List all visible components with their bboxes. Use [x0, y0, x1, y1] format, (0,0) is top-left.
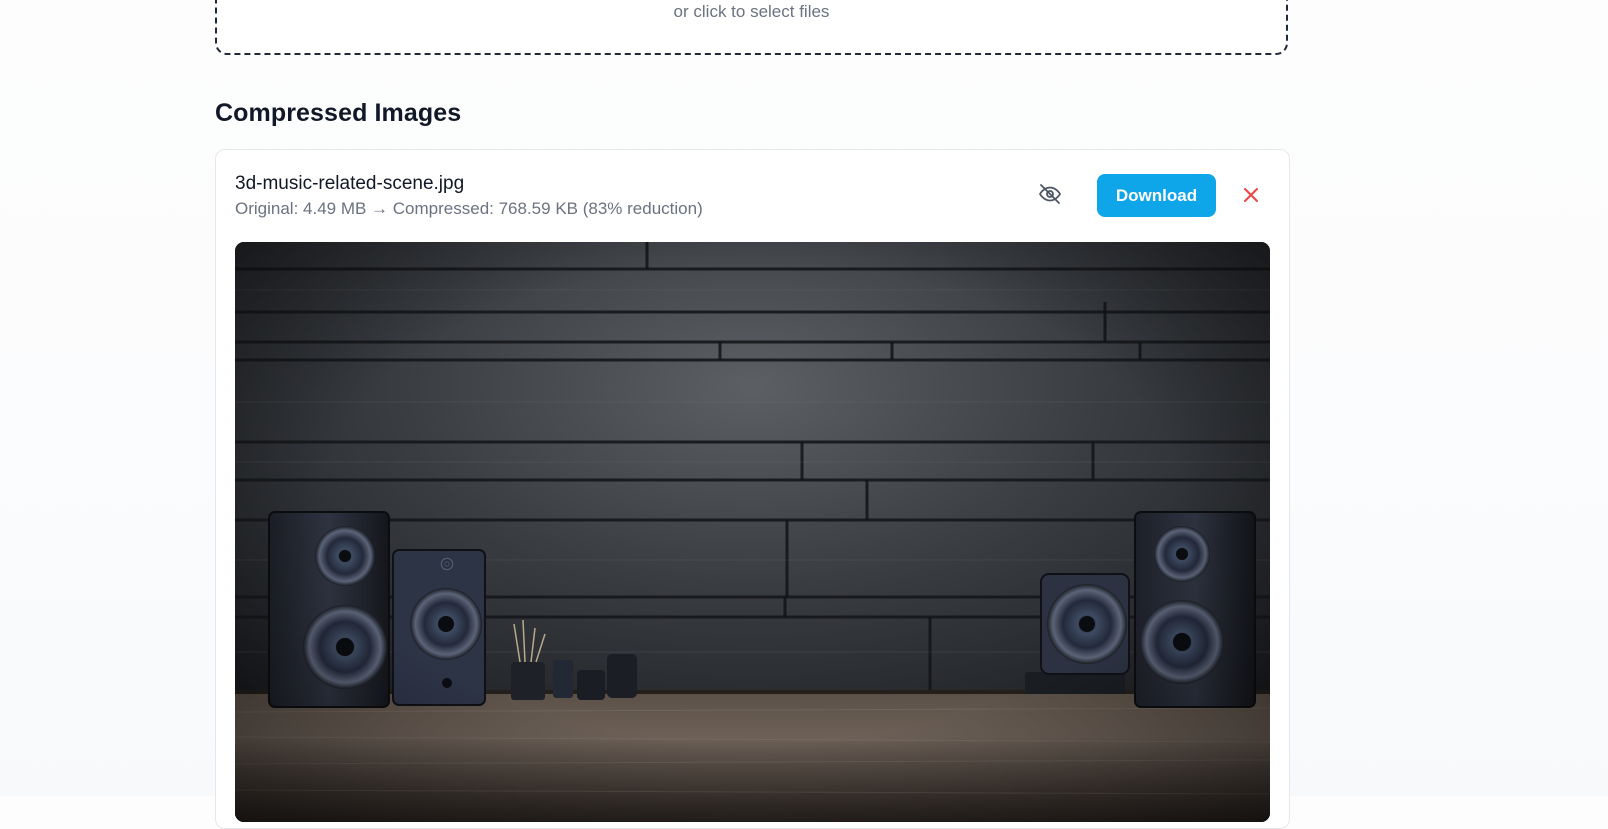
- close-icon: [1244, 188, 1258, 202]
- download-button[interactable]: Download: [1097, 174, 1216, 217]
- file-name: 3d-music-related-scene.jpg: [235, 173, 465, 194]
- compressed-image-preview: [235, 242, 1270, 822]
- remove-image-button[interactable]: [1236, 180, 1266, 210]
- eye-off-icon: [1039, 184, 1061, 204]
- upload-dropzone[interactable]: or click to select files: [215, 0, 1288, 55]
- dropzone-hint: or click to select files: [673, 2, 830, 21]
- image-preview-scene: [235, 242, 1270, 822]
- compressed-image-card: 3d-music-related-scene.jpg Original: 4.4…: [215, 149, 1290, 829]
- toggle-preview-button[interactable]: [1034, 178, 1066, 210]
- section-title: Compressed Images: [215, 99, 462, 127]
- compression-stats: Original: 4.49 MB → Compressed: 768.59 K…: [235, 199, 703, 218]
